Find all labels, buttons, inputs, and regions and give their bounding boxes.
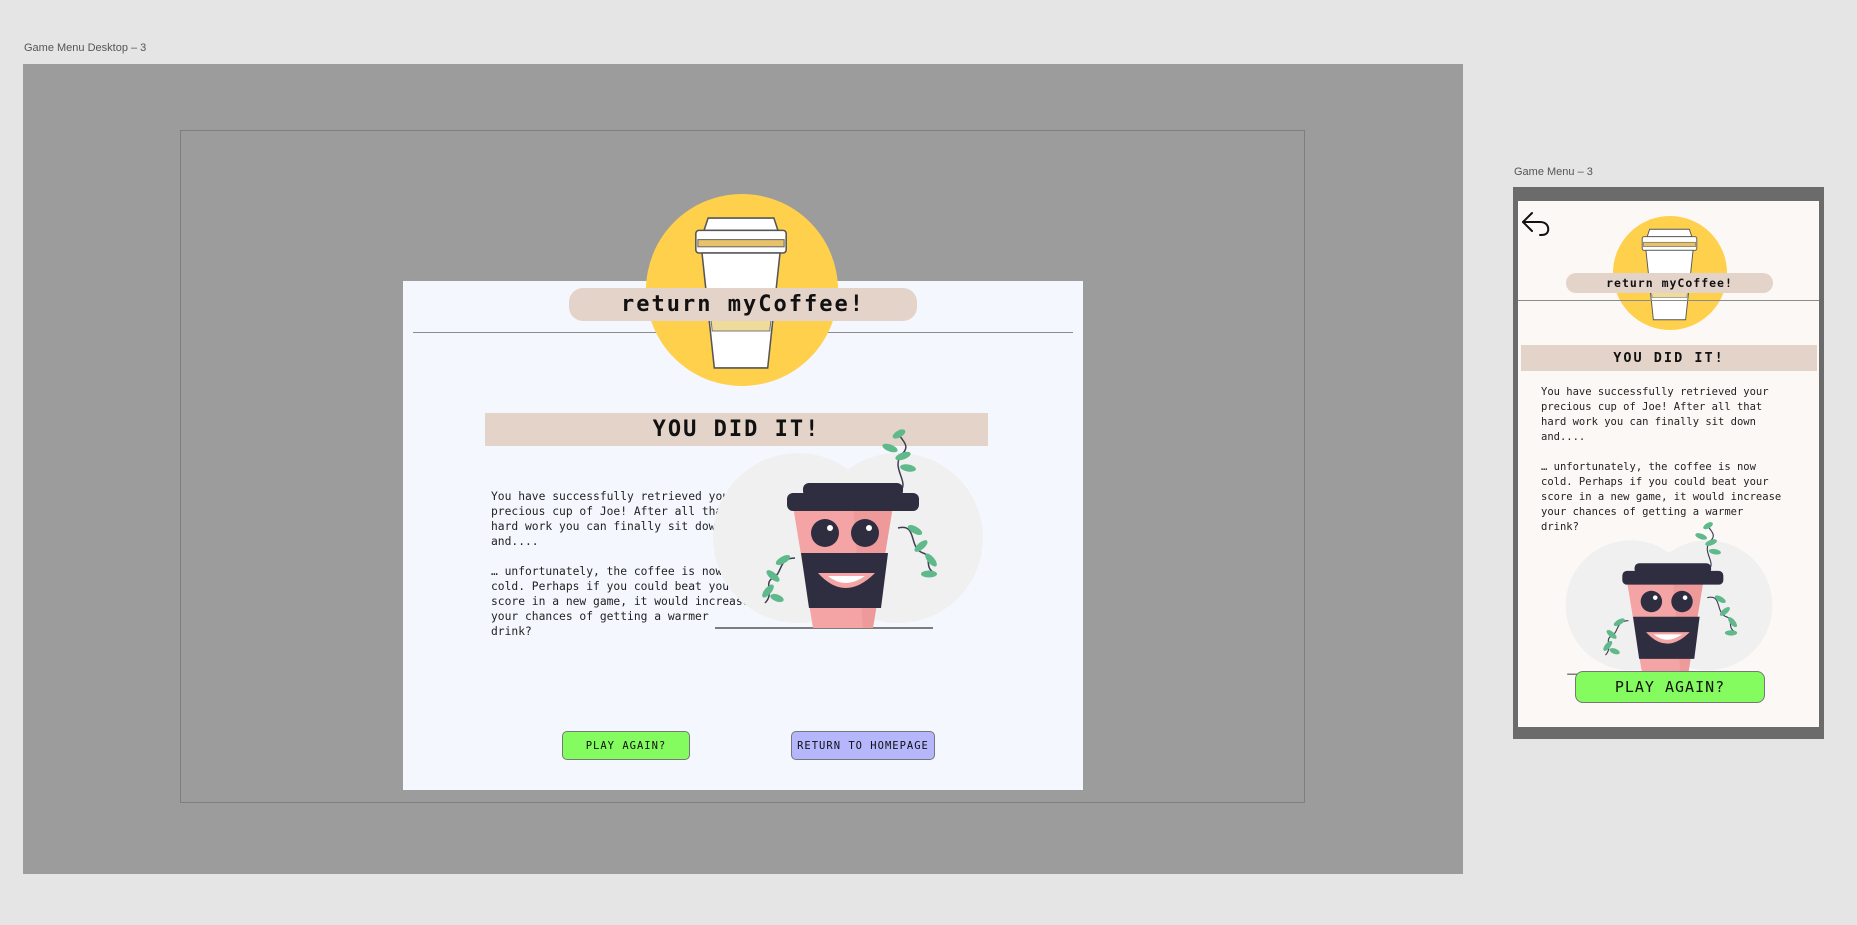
back-arrow-icon[interactable] <box>1520 209 1552 239</box>
mobile-artboard: return myCoffee! YOU DID IT! You have su… <box>1513 187 1824 739</box>
desktop-result-card: return myCoffee! YOU DID IT! You have su… <box>403 194 1083 790</box>
mobile-play-again-button[interactable]: PLAY AGAIN? <box>1575 671 1765 703</box>
mobile-header-divider <box>1518 300 1819 301</box>
mobile-result-heading: YOU DID IT! <box>1521 345 1817 371</box>
mobile-frame-label: Game Menu – 3 <box>1514 166 1593 178</box>
desktop-artboard: return myCoffee! YOU DID IT! You have su… <box>23 64 1463 874</box>
mobile-result-message: You have successfully retrieved your pre… <box>1541 386 1782 533</box>
mobile-coffee-mascot-illustration <box>1558 521 1780 682</box>
desktop-frame-label: Game Menu Desktop – 3 <box>24 42 147 54</box>
play-again-button[interactable]: PLAY AGAIN? <box>562 731 690 760</box>
mobile-app-title: return myCoffee! <box>1566 273 1773 293</box>
mobile-result-card: return myCoffee! YOU DID IT! You have su… <box>1518 201 1819 727</box>
coffee-mascot-illustration <box>703 428 993 638</box>
app-title: return myCoffee! <box>569 288 917 321</box>
return-homepage-button[interactable]: RETURN TO HOMEPAGE <box>791 731 935 760</box>
